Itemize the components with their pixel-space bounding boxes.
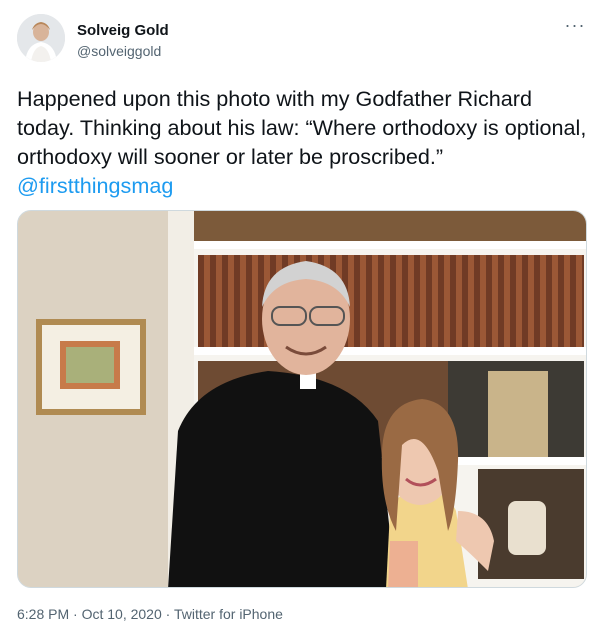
book-row-3 [478,469,584,579]
photo-image [18,211,586,587]
more-options-icon[interactable]: ··· [563,16,587,36]
tweet-card: Solveig Gold @solveiggold ··· Happened u… [0,0,604,640]
tweet-time[interactable]: 6:28 PM [17,606,69,622]
mention-link[interactable]: @firstthingsmag [17,173,173,198]
tweet-source: Twitter for iPhone [173,606,283,622]
user-handle[interactable]: @solveiggold [77,43,161,59]
avatar[interactable] [17,14,65,62]
tweet-date[interactable]: Oct 10, 2020 [82,606,162,622]
tweet-header: Solveig Gold @solveiggold ··· [17,14,587,70]
book-row-1 [198,255,584,347]
tweet-body: Happened upon this photo with my Godfath… [17,86,587,169]
tweet-text: Happened upon this photo with my Godfath… [17,84,592,200]
avatar-image [17,14,65,62]
display-name[interactable]: Solveig Gold [77,22,169,39]
meta-separator: · [161,606,174,622]
meta-separator: · [69,606,82,622]
tweet-meta: 6:28 PM · Oct 10, 2020 · Twitter for iPh… [17,606,283,622]
tweet-photo[interactable] [17,210,587,588]
